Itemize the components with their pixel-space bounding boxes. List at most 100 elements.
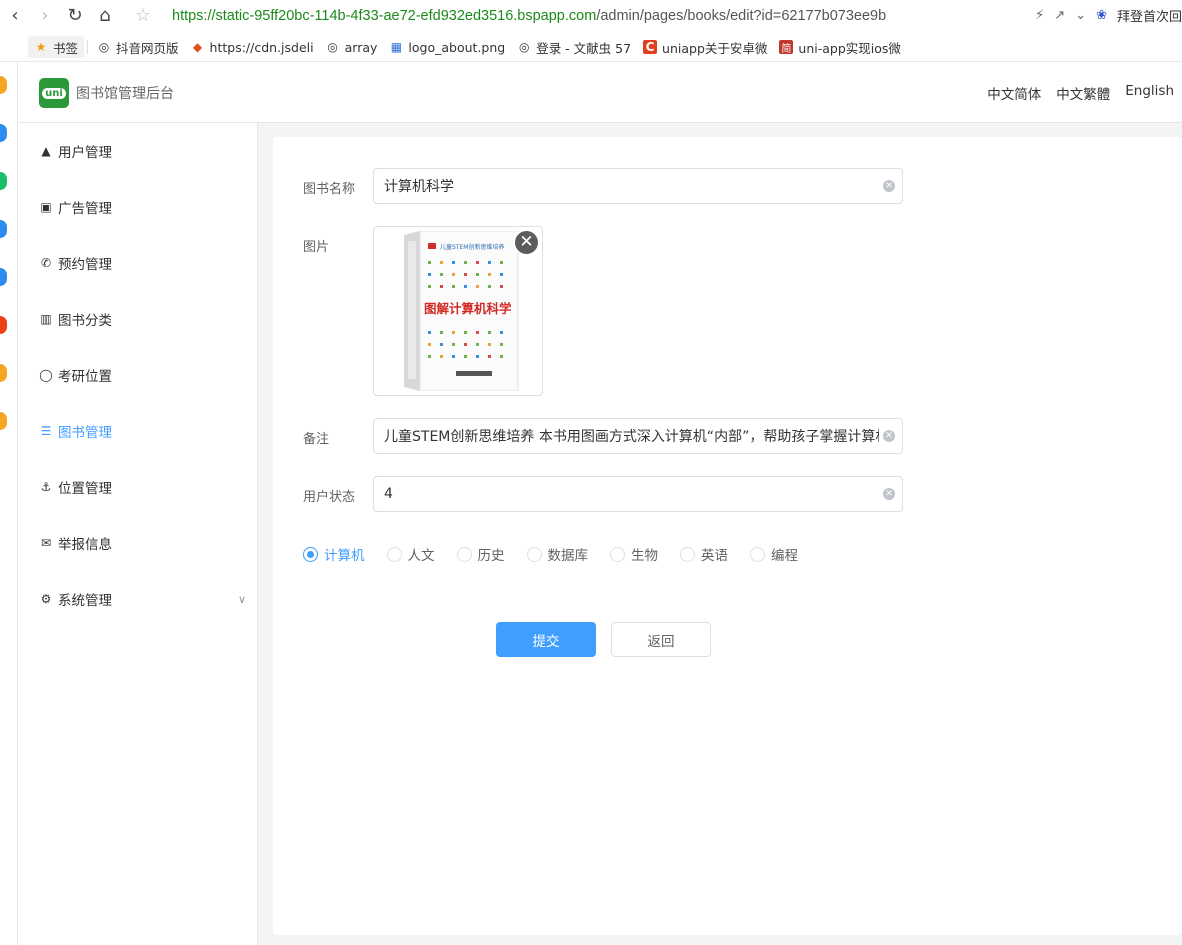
radio-history[interactable]: 历史 <box>456 544 505 564</box>
news-ticker[interactable]: 拜登首次回 <box>1117 6 1182 25</box>
book-cover-image: 儿童STEM创新思维培养 图解计算机科学 <box>404 231 519 391</box>
chevron-down-icon: ∨ <box>237 592 246 606</box>
grid-icon: ▦ <box>390 40 403 54</box>
radio-circle <box>750 546 765 562</box>
side-app-icon[interactable] <box>0 316 7 334</box>
url-protocol: https:// <box>172 7 216 24</box>
star-outline-icon[interactable]: ☆ <box>128 1 158 31</box>
category-radio-group: 计算机 人文 历史 数据库 生物 英语 编程 <box>303 544 820 564</box>
bookmark-item[interactable]: ◎ 登录 - 文献虫 57 <box>511 38 637 57</box>
sidebar-item-categories[interactable]: ▥ 图书分类 <box>19 291 258 347</box>
share-icon[interactable]: ↗ <box>1054 8 1065 23</box>
app-header: uni 图书馆管理后台 中文简体 中文繁體 English <box>19 62 1182 123</box>
radio-programming[interactable]: 编程 <box>750 544 798 564</box>
sidebar-item-users[interactable]: ▲ 用户管理 <box>19 123 258 179</box>
globe-icon: ◎ <box>518 40 530 54</box>
picture-icon: ▣ <box>40 200 52 214</box>
browser-toolbar: ‹ › ↻ ⌂ ☆ https://static-95ff20bc-114b-4… <box>0 0 1182 31</box>
note-input[interactable]: 儿童STEM创新思维培养 本书用图画方式深入计算机“内部”，帮助孩子掌握计算机科… <box>373 418 903 454</box>
status-input[interactable]: 4 ✕ <box>373 476 903 512</box>
radio-circle <box>680 546 695 562</box>
clear-icon[interactable]: ✕ <box>883 488 895 500</box>
bookmark-item[interactable]: ★ 书签 <box>28 36 85 58</box>
toolbar-right: ⚡ ↗ ⌄ ❀ 拜登首次回 <box>1035 0 1182 31</box>
radio-circle <box>456 546 472 562</box>
note-label: 备注 <box>303 432 330 447</box>
location-icon: ⚓ <box>40 480 52 494</box>
lang-en[interactable]: English <box>1125 83 1174 103</box>
forward-icon[interactable]: › <box>30 1 60 31</box>
sidebar-item-system[interactable]: ⚙ 系统管理 ∨ <box>19 571 258 627</box>
mail-icon: ✉ <box>40 536 52 550</box>
globe-icon: ◎ <box>98 40 110 54</box>
bookmark-item[interactable]: 简 uni-app实现ios微 <box>773 38 907 57</box>
radio-biology[interactable]: 生物 <box>610 544 658 564</box>
lang-zh-hant[interactable]: 中文繁體 <box>1056 83 1110 103</box>
chat-icon: ◯ <box>39 368 53 382</box>
book-name-value: 计算机科学 <box>384 179 454 195</box>
side-app-icon[interactable] <box>0 364 7 382</box>
reload-icon[interactable]: ↻ <box>60 1 90 31</box>
sidebar-item-books[interactable]: ☰ 图书管理 <box>19 403 258 459</box>
remove-image-button[interactable]: ✕ <box>513 229 540 256</box>
radio-circle <box>386 546 402 562</box>
back-icon[interactable]: ‹ <box>0 1 30 31</box>
book-series-text: 儿童STEM创新思维培养 <box>440 243 504 251</box>
chevron-down-icon[interactable]: ⌄ <box>1075 8 1086 23</box>
list-icon: ☰ <box>40 424 52 438</box>
bookmark-item[interactable]: ◎ array <box>320 40 384 55</box>
bookmark-item[interactable]: Cuniapp关于安卓微 <box>637 38 773 57</box>
paw-icon[interactable]: ❀ <box>1096 8 1107 23</box>
radio-computer[interactable]: 计算机 <box>303 544 365 564</box>
radio-circle <box>610 546 625 562</box>
jian-logo-icon: 简 <box>779 40 794 55</box>
radio-database[interactable]: 数据库 <box>526 544 588 564</box>
name-label: 图书名称 <box>303 182 356 197</box>
sidebar-item-ads[interactable]: ▣ 广告管理 <box>19 179 258 235</box>
url-path: /admin/pages/books/edit?id=62177b073ee9b <box>596 7 887 24</box>
book-title-text: 图解计算机科学 <box>424 301 512 316</box>
language-switcher: 中文简体 中文繁體 English <box>987 83 1174 103</box>
radio-english[interactable]: 英语 <box>680 544 728 564</box>
app-title: 图书馆管理后台 <box>76 86 174 102</box>
clear-icon[interactable]: ✕ <box>883 180 895 192</box>
side-app-icon[interactable] <box>0 124 7 142</box>
side-app-icon[interactable] <box>0 268 7 286</box>
person-icon: ▲ <box>41 144 51 158</box>
side-app-icon[interactable] <box>0 172 7 190</box>
bookmark-item[interactable]: ▦ logo_about.png <box>383 40 511 55</box>
note-value: 儿童STEM创新思维培养 本书用图画方式深入计算机“内部”，帮助孩子掌握计算机科… <box>384 429 879 445</box>
sidebar: ▲ 用户管理 ▣ 广告管理 ✆ 预约管理 ▥ 图书分类 ◯ 考研位置 ☰ 图书管理 ⚓ 位置管… <box>19 123 258 945</box>
radio-circle <box>526 546 542 562</box>
home-icon[interactable]: ⌂ <box>90 1 120 31</box>
globe-icon: ◎ <box>327 40 338 54</box>
side-app-icon[interactable] <box>0 220 7 238</box>
address-bar[interactable]: https://static-95ff20bc-114b-4f33-ae72-e… <box>172 8 886 24</box>
sidebar-item-locations[interactable]: ⚓ 位置管理 <box>19 459 258 515</box>
side-app-icon[interactable] <box>0 76 7 94</box>
app-logo[interactable]: uni <box>39 78 69 108</box>
book-name-input[interactable]: 计算机科学 ✕ <box>373 168 903 204</box>
bookmark-item[interactable]: ◆ https://cdn.jsdeli <box>185 40 320 55</box>
divider <box>87 40 89 54</box>
url-host: static-95ff20bc-114b-4f33-ae72-efd932ed3… <box>215 7 597 24</box>
shield-icon: ◆ <box>192 40 203 54</box>
status-label: 用户状态 <box>303 490 356 505</box>
side-app-icon[interactable] <box>0 412 7 430</box>
lang-zh-hans[interactable]: 中文简体 <box>987 83 1041 103</box>
radio-humanities[interactable]: 人文 <box>386 544 435 564</box>
star-icon: ★ <box>35 40 47 54</box>
phone-icon: ✆ <box>40 256 52 270</box>
sidebar-item-seats[interactable]: ◯ 考研位置 <box>19 347 258 403</box>
sidebar-item-reports[interactable]: ✉ 举报信息 <box>19 515 258 571</box>
status-value: 4 <box>384 486 393 502</box>
clear-icon[interactable]: ✕ <box>883 430 895 442</box>
lightning-icon[interactable]: ⚡ <box>1035 8 1044 23</box>
image-label: 图片 <box>303 240 330 255</box>
close-icon: ✕ <box>519 232 534 252</box>
back-button[interactable]: 返回 <box>611 622 711 657</box>
bookmark-item[interactable]: ◎ 抖音网页版 <box>91 38 185 57</box>
radio-circle <box>303 546 318 562</box>
submit-button[interactable]: 提交 <box>496 622 596 657</box>
sidebar-item-reservations[interactable]: ✆ 预约管理 <box>19 235 258 291</box>
